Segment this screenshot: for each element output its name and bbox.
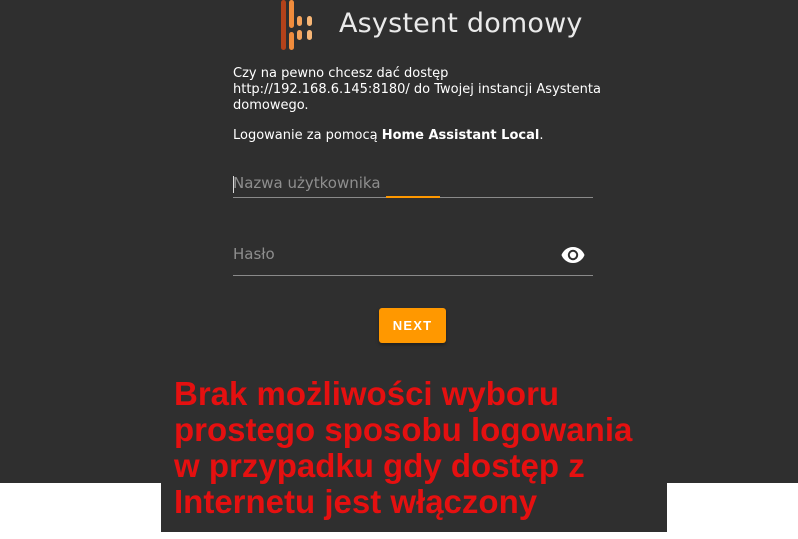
- login-provider-name: Home Assistant Local: [381, 128, 540, 143]
- annotation-line: Internetu jest włączony: [174, 483, 538, 520]
- eye-icon[interactable]: [561, 246, 585, 264]
- page-title: Asystent domowy: [339, 8, 583, 39]
- home-assistant-logo-icon: [281, 0, 312, 50]
- password-input[interactable]: [233, 245, 553, 263]
- username-input[interactable]: [233, 174, 553, 192]
- login-prefix: Logowanie za pomocą: [233, 128, 382, 143]
- login-provider-text: Logowanie za pomocą Home Assistant Local…: [233, 128, 543, 143]
- annotation-line: w przypadku gdy dostęp z: [174, 447, 585, 484]
- login-suffix: .: [539, 128, 544, 143]
- annotation-line: prostego sposobu logowania: [174, 411, 633, 448]
- annotation-line: Brak możliwości wyboru: [174, 375, 560, 412]
- focus-underline: [386, 196, 440, 198]
- annotation-text: Brak możliwości wyboru prostego sposobu …: [174, 376, 674, 520]
- text-caret: [233, 176, 234, 193]
- username-field-wrapper: [233, 170, 593, 198]
- password-field-wrapper: [233, 240, 593, 276]
- next-button[interactable]: NEXT: [379, 308, 446, 343]
- authorize-description: Czy na pewno chcesz dać dostęp http://19…: [233, 66, 601, 113]
